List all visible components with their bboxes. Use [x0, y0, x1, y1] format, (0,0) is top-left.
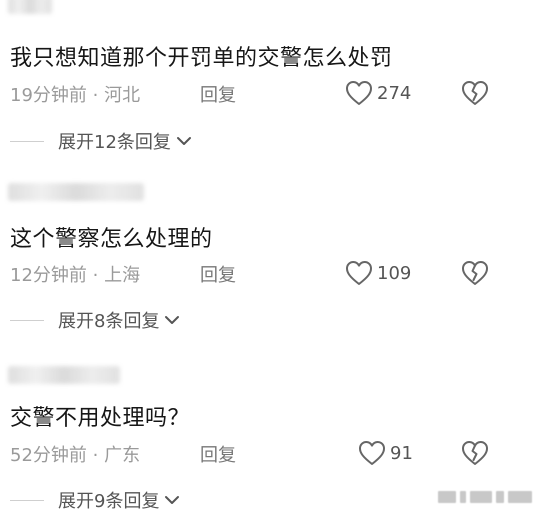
expand-replies-label: 展开9条回复 — [58, 491, 160, 512]
dislike-button[interactable] — [460, 439, 490, 467]
meta-separator: · — [86, 265, 105, 286]
comment-location: 广东 — [104, 445, 141, 466]
expand-replies-label: 展开12条回复 — [58, 132, 171, 153]
broken-heart-icon — [462, 441, 488, 465]
comment-time: 12分钟前 — [10, 265, 87, 286]
heart-outline-icon — [346, 261, 372, 285]
username-blurred — [8, 366, 120, 384]
expand-divider — [10, 319, 44, 321]
like-count: 91 — [390, 442, 413, 464]
username-blurred — [8, 183, 144, 201]
broken-heart-icon — [462, 81, 488, 105]
expand-replies-label: 展开8条回复 — [58, 311, 160, 332]
comment-location: 河北 — [104, 85, 141, 106]
dislike-button[interactable] — [460, 259, 490, 287]
comment-text: 交警不用处理吗？ — [10, 406, 191, 431]
broken-heart-icon — [462, 261, 488, 285]
comment-time: 52分钟前 — [10, 445, 87, 466]
chevron-down-icon — [165, 496, 180, 504]
comment-meta: 19分钟前 · 河北 — [10, 81, 140, 107]
expand-divider — [10, 499, 44, 501]
heart-outline-icon — [359, 441, 385, 465]
username-blurred — [8, 0, 52, 14]
chevron-down-icon — [165, 316, 180, 324]
meta-separator: · — [86, 85, 105, 106]
like-button[interactable]: 91 — [358, 439, 413, 467]
reply-button[interactable]: 回复 — [200, 81, 236, 107]
expand-replies-button[interactable]: 展开9条回复 — [10, 488, 180, 512]
like-count: 109 — [377, 262, 412, 284]
like-count: 274 — [377, 82, 412, 104]
heart-outline-icon — [346, 81, 372, 105]
watermark — [438, 488, 538, 506]
comment-text: 我只想知道那个开罚单的交警怎么处罚 — [10, 46, 393, 71]
comment-location: 上海 — [104, 265, 141, 286]
expand-divider — [10, 140, 44, 142]
comment-time: 19分钟前 — [10, 85, 87, 106]
reply-button[interactable]: 回复 — [200, 441, 236, 467]
comment-meta: 52分钟前 · 广东 — [10, 441, 140, 467]
expand-replies-button[interactable]: 展开12条回复 — [10, 129, 192, 153]
meta-separator: · — [86, 445, 105, 466]
expand-replies-button[interactable]: 展开8条回复 — [10, 308, 180, 332]
like-button[interactable]: 109 — [345, 259, 411, 287]
reply-button[interactable]: 回复 — [200, 261, 236, 287]
comment-meta: 12分钟前 · 上海 — [10, 261, 140, 287]
like-button[interactable]: 274 — [345, 79, 411, 107]
chevron-down-icon — [176, 137, 191, 145]
dislike-button[interactable] — [460, 79, 490, 107]
comment-text: 这个警察怎么处理的 — [10, 227, 213, 252]
